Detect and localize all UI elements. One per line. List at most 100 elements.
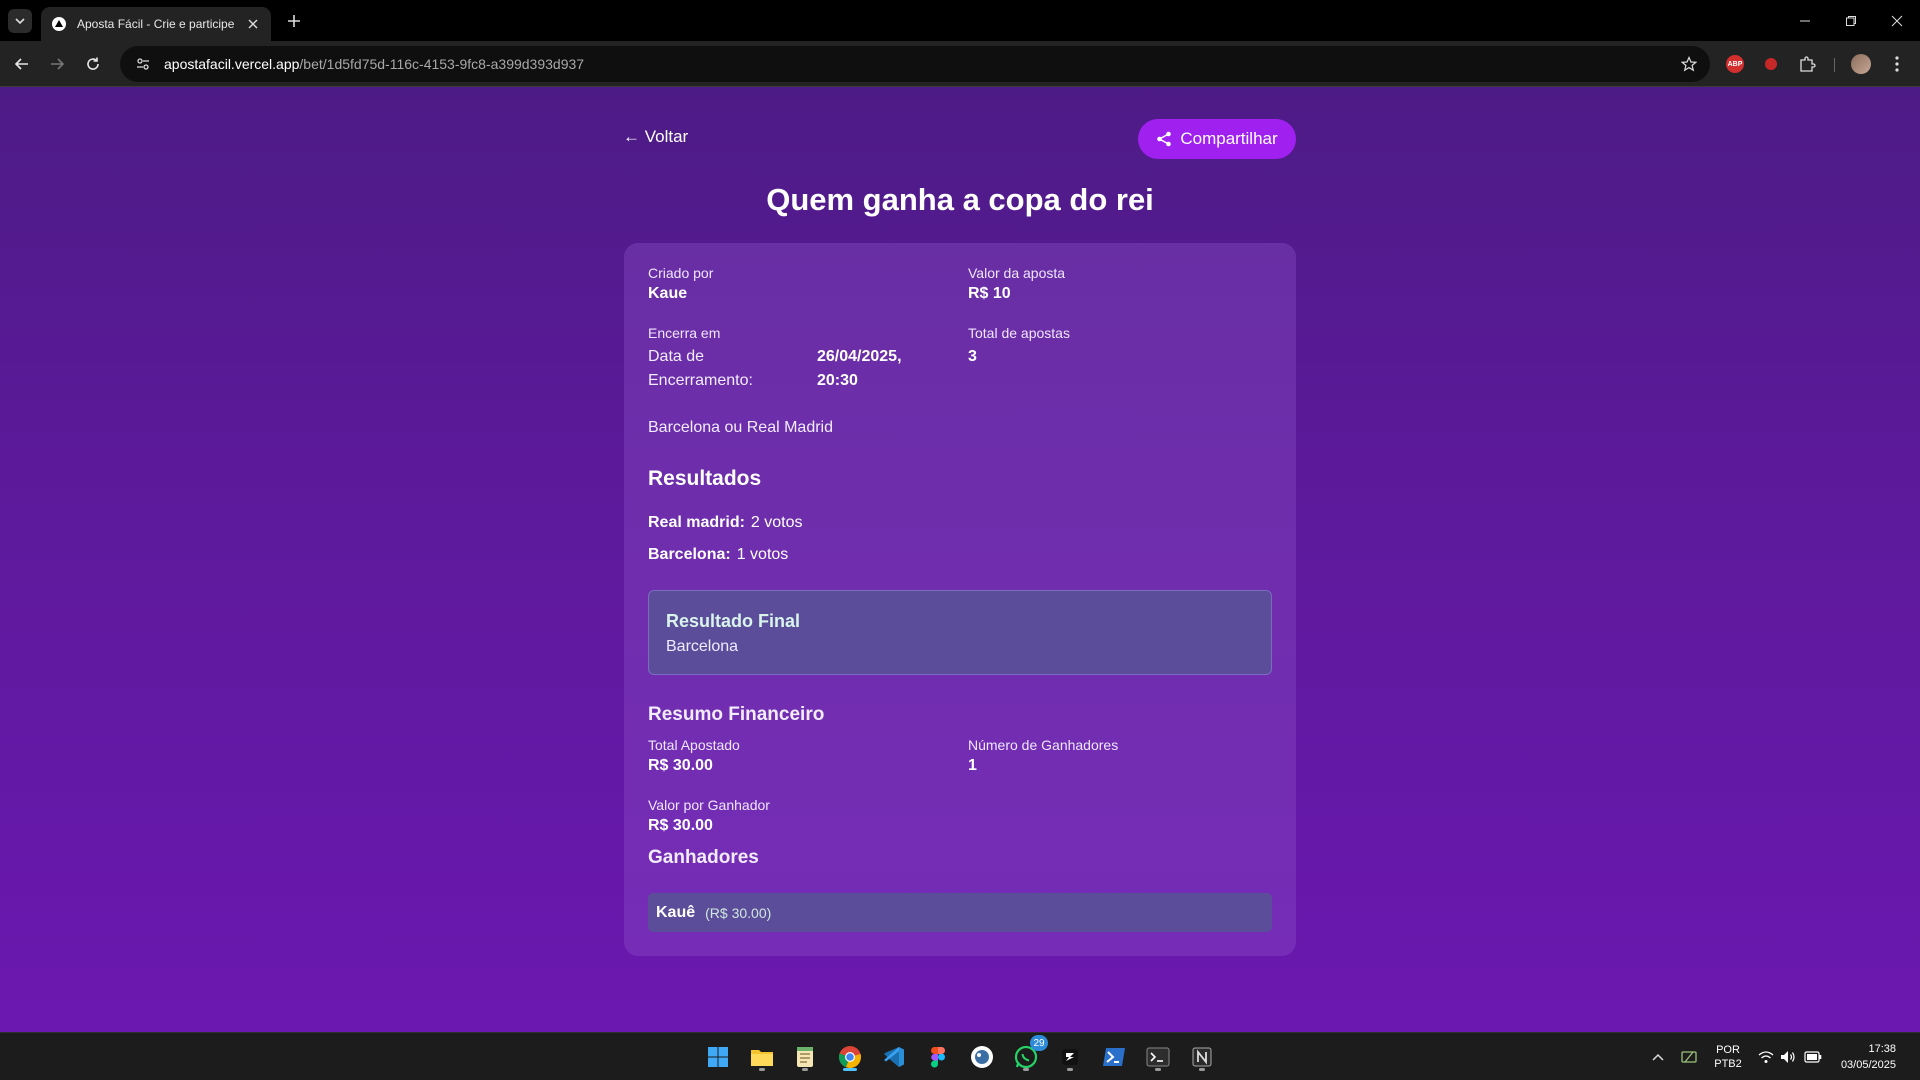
back-button[interactable] bbox=[8, 50, 36, 78]
running-indicator bbox=[1067, 1068, 1073, 1071]
powershell-icon bbox=[1103, 1048, 1125, 1066]
app-icon bbox=[1062, 1049, 1078, 1065]
url-text: apostafacil.vercel.app/bet/1d5fd75d-116c… bbox=[164, 56, 584, 72]
share-button-label: Compartilhar bbox=[1180, 129, 1278, 148]
running-indicator bbox=[1023, 1068, 1029, 1071]
final-result-box: Resultado Final Barcelona bbox=[648, 590, 1272, 675]
forward-button[interactable] bbox=[43, 50, 71, 78]
extensions-puzzle-icon[interactable] bbox=[1796, 53, 1818, 75]
chrome-icon bbox=[838, 1046, 861, 1069]
new-tab-button[interactable] bbox=[282, 9, 306, 33]
result-option-row: Real madrid: 2 votos bbox=[648, 514, 803, 532]
terminal-icon bbox=[1146, 1047, 1170, 1067]
folder-icon bbox=[751, 1050, 773, 1066]
running-indicator bbox=[1199, 1068, 1205, 1071]
per-winner-value: R$ 30.00 bbox=[648, 817, 713, 834]
end-date-label-line1: Data de bbox=[648, 348, 705, 365]
reload-button[interactable] bbox=[79, 50, 107, 78]
arrow-left-icon bbox=[14, 58, 28, 70]
close-tab-icon[interactable] bbox=[245, 16, 261, 32]
notification-badge: 29 bbox=[1030, 1035, 1048, 1051]
winners-count-value: 1 bbox=[968, 757, 977, 774]
extension-icon[interactable] bbox=[1760, 53, 1782, 75]
final-result-value: Barcelona bbox=[666, 638, 739, 655]
notepad-taskbar-button[interactable] bbox=[789, 1041, 821, 1073]
created-by-label: Criado por bbox=[648, 265, 714, 281]
browser-menu-icon[interactable] bbox=[1886, 53, 1908, 75]
total-bets-label: Total de apostas bbox=[968, 325, 1070, 341]
bookmark-star-icon[interactable] bbox=[1678, 53, 1700, 75]
windows-taskbar: 29 POR PTB2 17:38 03/05/2025 bbox=[0, 1032, 1920, 1080]
winners-heading: Ganhadores bbox=[648, 847, 759, 868]
bet-description: Barcelona ou Real Madrid bbox=[648, 419, 833, 436]
end-date-value-line2: 20:30 bbox=[817, 372, 858, 389]
close-window-button[interactable] bbox=[1874, 0, 1920, 41]
input-language-indicator[interactable]: POR PTB2 bbox=[1712, 1033, 1744, 1080]
whatsapp-taskbar-button[interactable]: 29 bbox=[1010, 1035, 1048, 1073]
url-path: /bet/1d5fd75d-116c-4153-9fc8-a399d393d93… bbox=[299, 56, 585, 72]
share-icon bbox=[1157, 131, 1172, 147]
result-option-votes: 1 votos bbox=[736, 546, 789, 563]
page-title: Quem ganha a copa do rei bbox=[766, 182, 1154, 217]
tray-overflow-button[interactable] bbox=[1648, 1033, 1668, 1080]
ends-label: Encerra em bbox=[648, 325, 721, 341]
keyboard-layout: PTB2 bbox=[1714, 1058, 1742, 1070]
wifi-icon[interactable] bbox=[1756, 1033, 1776, 1080]
volume-icon[interactable] bbox=[1778, 1033, 1798, 1080]
browser-toolbar: apostafacil.vercel.app/bet/1d5fd75d-116c… bbox=[0, 41, 1920, 87]
result-option-row: Barcelona: 1 votos bbox=[648, 546, 788, 564]
toolbar-divider bbox=[1834, 58, 1835, 72]
bet-details-card: Criado por Kaue Valor da aposta R$ 10 En… bbox=[624, 243, 1296, 956]
plus-icon bbox=[288, 15, 300, 27]
battery-icon[interactable] bbox=[1802, 1033, 1824, 1080]
reload-icon bbox=[87, 57, 99, 70]
bet-value: R$ 10 bbox=[968, 285, 1011, 302]
winner-name: Kauê bbox=[656, 903, 696, 921]
tray-app-icon[interactable] bbox=[1678, 1033, 1700, 1080]
figma-icon bbox=[931, 1047, 945, 1068]
minimize-icon bbox=[1800, 20, 1810, 21]
bet-value-label: Valor da aposta bbox=[968, 265, 1066, 281]
running-indicator bbox=[759, 1068, 765, 1071]
total-bets-value: 3 bbox=[968, 348, 977, 365]
windows-logo-icon bbox=[708, 1047, 728, 1067]
result-option-name: Real madrid: bbox=[648, 514, 745, 531]
winners-count-label: Número de Ganhadores bbox=[968, 737, 1119, 753]
terminal-taskbar-button[interactable] bbox=[1142, 1041, 1174, 1073]
per-winner-label: Valor por Ganhador bbox=[648, 797, 770, 813]
notion-icon bbox=[1192, 1047, 1212, 1067]
active-indicator bbox=[843, 1068, 857, 1071]
restore-button[interactable] bbox=[1828, 0, 1874, 41]
vscode-taskbar-button[interactable] bbox=[878, 1041, 910, 1073]
browser-tab-bar: Aposta Fácil - Crie e participe d bbox=[0, 0, 1920, 41]
arrow-right-icon bbox=[51, 58, 65, 70]
minimize-button[interactable] bbox=[1782, 0, 1828, 41]
browser-tab[interactable]: Aposta Fácil - Crie e participe d bbox=[41, 7, 271, 41]
page-content: ← Voltar Compartilhar Quem ganha a copa … bbox=[0, 87, 1920, 1032]
app-icon bbox=[971, 1046, 993, 1068]
file-explorer-taskbar-button[interactable] bbox=[746, 1041, 778, 1073]
notion-taskbar-button[interactable] bbox=[1186, 1041, 1218, 1073]
start-button[interactable] bbox=[702, 1041, 734, 1073]
chrome-taskbar-button[interactable] bbox=[834, 1041, 866, 1073]
app-taskbar-button[interactable] bbox=[1054, 1041, 1086, 1073]
adblock-extension-icon[interactable]: ABP bbox=[1724, 53, 1746, 75]
notepad-icon bbox=[797, 1047, 813, 1067]
result-option-votes: 2 votos bbox=[750, 514, 803, 531]
system-clock[interactable]: 17:38 03/05/2025 bbox=[1836, 1033, 1896, 1080]
site-info-icon[interactable] bbox=[132, 53, 154, 75]
app-taskbar-button[interactable] bbox=[966, 1041, 998, 1073]
figma-taskbar-button[interactable] bbox=[922, 1041, 954, 1073]
back-link[interactable]: ← Voltar bbox=[623, 127, 688, 147]
share-button[interactable]: Compartilhar bbox=[1138, 119, 1296, 159]
running-indicator bbox=[802, 1068, 808, 1071]
powershell-taskbar-button[interactable] bbox=[1098, 1041, 1130, 1073]
address-bar[interactable]: apostafacil.vercel.app/bet/1d5fd75d-116c… bbox=[120, 46, 1710, 82]
end-date-value-line1: 26/04/2025, bbox=[817, 348, 902, 365]
profile-avatar[interactable] bbox=[1850, 53, 1872, 75]
close-icon bbox=[1891, 15, 1903, 26]
restore-icon bbox=[1846, 15, 1856, 26]
tab-search-button[interactable] bbox=[8, 9, 32, 33]
financial-summary-heading: Resumo Financeiro bbox=[648, 704, 825, 725]
winner-amount: (R$ 30.00) bbox=[705, 904, 772, 921]
